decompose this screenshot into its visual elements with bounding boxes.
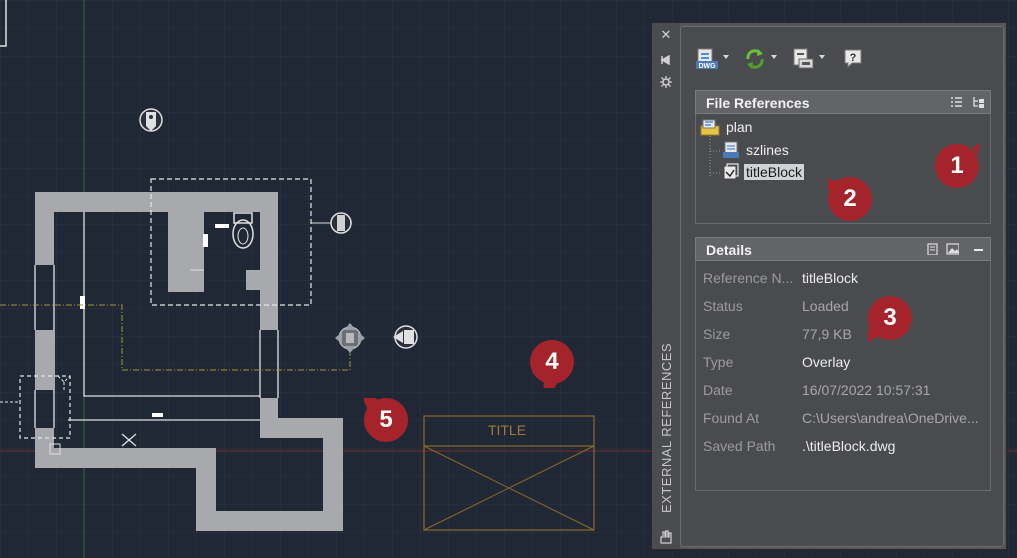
- callout-marker-2: 2: [828, 177, 876, 225]
- splitter-handle[interactable]: [826, 227, 842, 240]
- detail-row: Type Overlay: [703, 349, 988, 377]
- xref-overlay-icon: [723, 163, 739, 180]
- attach-dwg-button[interactable]: DWG: [695, 45, 735, 73]
- properties-icon[interactable]: [659, 75, 673, 89]
- external-references-palette[interactable]: ✕ EXTERNAL REFERENCES DWG ? File Referen…: [651, 22, 1007, 550]
- help-icon: ?: [844, 49, 862, 69]
- help-button[interactable]: ?: [841, 45, 867, 73]
- detail-row: Reference N... titleBlock: [703, 265, 988, 293]
- tree-item-titleblock[interactable]: titleBlock: [722, 162, 805, 182]
- palette-content: DWG ? File References plan szlines title…: [680, 26, 1004, 547]
- type-dropdown[interactable]: Overlay: [802, 354, 988, 370]
- auto-hide-icon[interactable]: [659, 53, 673, 67]
- details-title: Details: [706, 242, 752, 258]
- detail-row: Size 77,9 KB: [703, 326, 852, 342]
- details-header[interactable]: Details: [695, 237, 991, 261]
- list-view-icon[interactable]: [950, 96, 963, 108]
- tree-view-icon[interactable]: [972, 96, 985, 108]
- file-references-header[interactable]: File References: [695, 90, 991, 114]
- preview-icon[interactable]: [946, 243, 959, 255]
- attach-dwg-icon: DWG: [696, 48, 718, 70]
- tree-item-szlines[interactable]: szlines: [722, 140, 791, 160]
- hand-icon[interactable]: [658, 529, 674, 545]
- dwg-file-icon: [723, 141, 739, 158]
- palette-title: EXTERNAL REFERENCES: [659, 342, 674, 513]
- callout-marker-5: 5: [364, 398, 412, 446]
- callout-marker-3: 3: [868, 296, 916, 344]
- tree-item-plan[interactable]: plan: [700, 117, 754, 137]
- drawing-root-icon: [700, 119, 720, 136]
- callout-marker-1: 1: [935, 144, 983, 192]
- detail-row: Saved Path .\titleBlock.dwg: [703, 433, 988, 461]
- file-references-title: File References: [706, 95, 810, 111]
- detail-row: Found At C:\Users\andrea\OneDrive...: [703, 410, 979, 426]
- title-block-label: TITLE: [488, 422, 526, 438]
- chevron-down-icon[interactable]: [723, 55, 729, 59]
- reference-name-field[interactable]: titleBlock: [802, 270, 988, 286]
- saved-path-field[interactable]: .\titleBlock.dwg: [802, 438, 988, 454]
- details-view-icon[interactable]: [926, 243, 939, 255]
- detail-row: Status Loaded: [703, 298, 849, 314]
- xref-toolbar: DWG ?: [695, 45, 995, 73]
- svg-text:DWG: DWG: [698, 63, 716, 70]
- details-panel: Reference N... titleBlock Status Loaded …: [695, 261, 991, 491]
- change-path-button[interactable]: [791, 45, 831, 73]
- chevron-down-icon[interactable]: [819, 55, 825, 59]
- svg-text:?: ?: [850, 52, 857, 64]
- refresh-button[interactable]: [743, 45, 783, 73]
- chevron-down-icon[interactable]: [771, 55, 777, 59]
- palette-title-strip[interactable]: ✕ EXTERNAL REFERENCES: [652, 23, 680, 549]
- change-path-icon: [793, 48, 814, 69]
- callout-marker-4: 4: [530, 340, 578, 388]
- detail-row: Date 16/07/2022 10:57:31: [703, 382, 931, 398]
- close-icon[interactable]: ✕: [659, 28, 673, 42]
- refresh-icon: [746, 49, 764, 69]
- grip-pin-icon[interactable]: [139, 108, 163, 132]
- collapse-icon[interactable]: [974, 249, 983, 251]
